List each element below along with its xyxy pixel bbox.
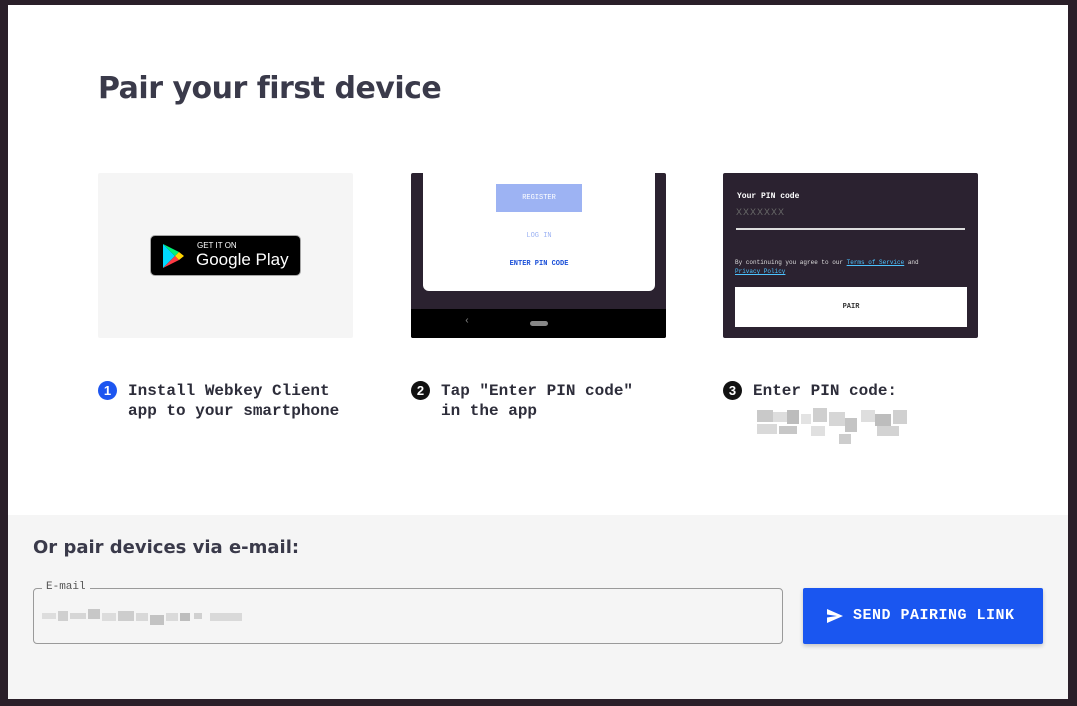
step-1-text: Install Webkey Client app to your smartp… (128, 382, 340, 420)
back-icon: ‹ (464, 316, 471, 327)
badge-big-text: Google Play (196, 250, 289, 269)
step-number-2: 2 (411, 381, 430, 400)
terms-prefix: By continuing you agree to our (735, 259, 847, 266)
google-play-badge[interactable]: GET IT ON Google Play (150, 235, 301, 276)
send-icon (827, 609, 843, 623)
google-play-icon (163, 244, 184, 268)
pair-device-dialog: Pair your first device GET IT ON Google … (8, 5, 1068, 699)
send-button-label: SEND PAIRING LINK (853, 607, 1015, 624)
email-pairing-section: Or pair devices via e-mail: E-mail SEND … (8, 515, 1068, 699)
badge-small-text: GET IT ON (197, 241, 237, 250)
step-3-text: Enter PIN code: (753, 382, 898, 400)
phone-screen: REGISTER LOG IN ENTER PIN CODE (423, 173, 655, 291)
page-title: Pair your first device (98, 71, 442, 106)
pin-preview-label: Your PIN code (737, 192, 800, 201)
home-icon (530, 321, 548, 326)
phone-navbar: ‹ (411, 309, 666, 338)
step-number-3: 3 (723, 381, 742, 400)
email-input[interactable]: E-mail (33, 581, 783, 644)
privacy-link: Privacy Policy (735, 268, 786, 275)
phone-preview-card: REGISTER LOG IN ENTER PIN CODE ‹ (411, 173, 666, 338)
login-preview-link: LOG IN (526, 232, 552, 240)
pin-code-redacted (749, 408, 927, 446)
google-play-card: GET IT ON Google Play (98, 173, 353, 338)
send-pairing-link-button[interactable]: SEND PAIRING LINK (803, 588, 1043, 644)
register-preview-button: REGISTER (496, 184, 582, 212)
email-label: E-mail (42, 581, 90, 593)
terms-text: By continuing you agree to our Terms of … (735, 258, 970, 276)
pin-preview-card: Your PIN code XXXXXXX By continuing you … (723, 173, 978, 338)
enter-pin-preview-link: ENTER PIN CODE (509, 260, 569, 268)
email-section-title: Or pair devices via e-mail: (33, 537, 300, 558)
step-2-text: Tap "Enter PIN code" in the app (441, 382, 634, 420)
terms-and: and (904, 259, 919, 266)
email-value-redacted (42, 609, 247, 625)
pin-preview-field: XXXXXXX (736, 208, 786, 219)
terms-link: Terms of Service (846, 259, 905, 266)
pair-preview-button: PAIR (735, 287, 967, 327)
pin-preview-underline (736, 228, 965, 230)
step-number-1: 1 (98, 381, 117, 400)
